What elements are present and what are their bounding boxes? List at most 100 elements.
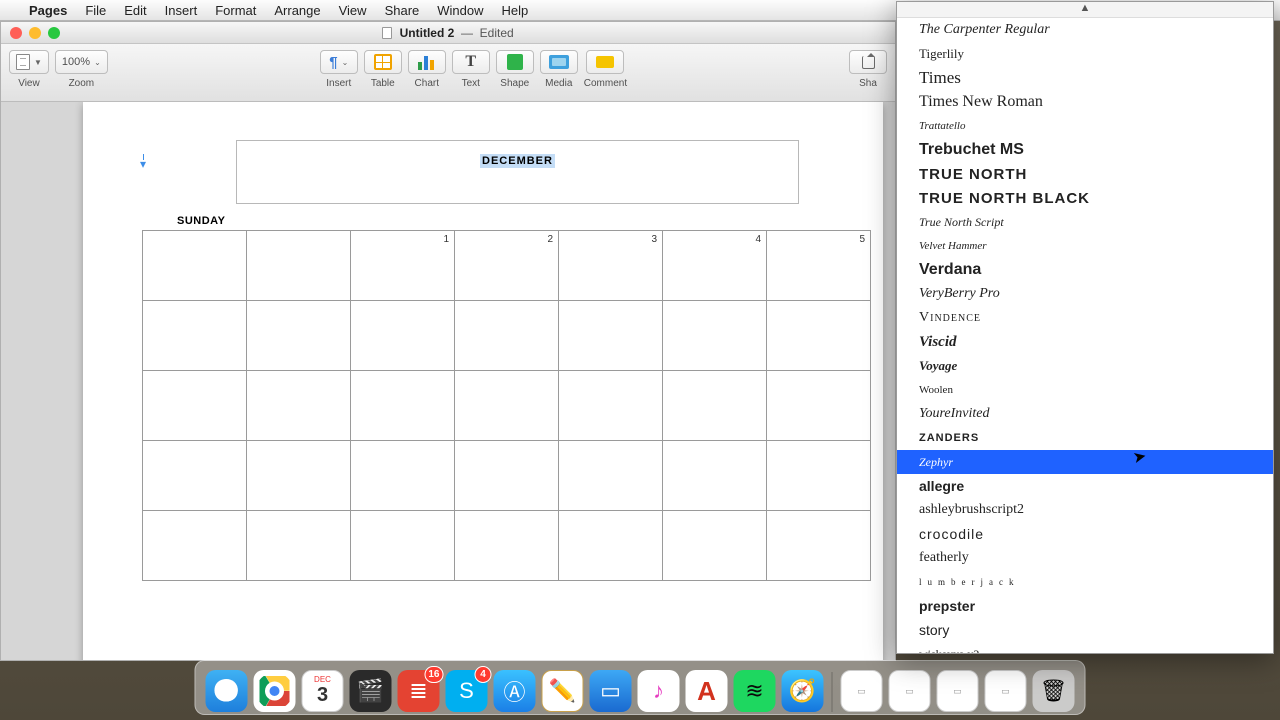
dock-itunes[interactable]: ♪: [638, 670, 680, 712]
calendar-cell[interactable]: [767, 371, 871, 441]
font-option[interactable]: Trattatello: [897, 114, 1273, 138]
font-option[interactable]: story: [897, 618, 1273, 642]
table-button[interactable]: [364, 50, 402, 74]
font-option[interactable]: Velvet Hammer: [897, 234, 1273, 258]
calendar-cell[interactable]: 5: [767, 231, 871, 301]
shape-button[interactable]: [496, 50, 534, 74]
font-option[interactable]: Vindence: [897, 306, 1273, 330]
calendar-cell[interactable]: [143, 371, 247, 441]
calendar-cell[interactable]: [143, 231, 247, 301]
dock-window-3[interactable]: ▭: [937, 670, 979, 712]
dock-trash[interactable]: 🗑: [1033, 670, 1075, 712]
calendar-cell[interactable]: [663, 371, 767, 441]
font-option[interactable]: Verdana: [897, 258, 1273, 282]
calendar-cell[interactable]: [247, 371, 351, 441]
dock-window-2[interactable]: ▭: [889, 670, 931, 712]
dock-finder[interactable]: [206, 670, 248, 712]
font-option[interactable]: Tigerlily: [897, 42, 1273, 66]
calendar-cell[interactable]: 4: [663, 231, 767, 301]
font-option[interactable]: lumberjack: [897, 570, 1273, 594]
dock-chrome[interactable]: [254, 670, 296, 712]
calendar-cell[interactable]: [143, 511, 247, 581]
calendar-cell[interactable]: 3: [559, 231, 663, 301]
dock-keynote[interactable]: ▭: [590, 670, 632, 712]
font-option[interactable]: allegre: [897, 474, 1273, 498]
calendar-cell[interactable]: [143, 441, 247, 511]
dock-todoist[interactable]: ≣ 16: [398, 670, 440, 712]
calendar-cell[interactable]: [767, 441, 871, 511]
menu-format[interactable]: Format: [206, 3, 265, 18]
font-option[interactable]: crocodile: [897, 522, 1273, 546]
calendar-cell[interactable]: [455, 371, 559, 441]
dock-appstore[interactable]: Ⓐ: [494, 670, 536, 712]
comment-button[interactable]: [586, 50, 624, 74]
dock-imovie[interactable]: 🎬: [350, 670, 392, 712]
font-option[interactable]: prepster: [897, 594, 1273, 618]
font-option[interactable]: TRUE NORTH: [897, 162, 1273, 186]
media-button[interactable]: [540, 50, 578, 74]
scroll-up-arrow[interactable]: ▲: [897, 2, 1273, 18]
dock-spotify[interactable]: ≋: [734, 670, 776, 712]
menu-help[interactable]: Help: [493, 3, 538, 18]
calendar-cell[interactable]: [663, 441, 767, 511]
font-option[interactable]: VeryBerry Pro: [897, 282, 1273, 306]
font-option[interactable]: Woolen: [897, 378, 1273, 402]
calendar-cell[interactable]: [247, 441, 351, 511]
font-option[interactable]: Zephyr: [897, 450, 1273, 474]
menu-window[interactable]: Window: [428, 3, 492, 18]
document-canvas[interactable]: DECEMBER SUNDAY 12345: [1, 102, 895, 660]
menu-arrange[interactable]: Arrange: [265, 3, 329, 18]
calendar-cell[interactable]: [351, 301, 455, 371]
font-option[interactable]: TRUE NORTH BLACK: [897, 186, 1273, 210]
month-title[interactable]: DECEMBER: [480, 154, 555, 168]
insert-button[interactable]: ¶ ⌄: [320, 50, 358, 74]
text-button[interactable]: T: [452, 50, 490, 74]
title-bar[interactable]: Untitled 2 — Edited: [1, 22, 895, 44]
font-option[interactable]: featherly: [897, 546, 1273, 570]
font-option[interactable]: The Carpenter Regular: [897, 18, 1273, 42]
dock-acrobat[interactable]: A: [686, 670, 728, 712]
calendar-cell[interactable]: [559, 301, 663, 371]
calendar-cell[interactable]: [559, 371, 663, 441]
dock-safari[interactable]: 🧭: [782, 670, 824, 712]
calendar-cell[interactable]: 2: [455, 231, 559, 301]
dock-calendar[interactable]: DEC3: [302, 670, 344, 712]
font-option[interactable]: Viscid: [897, 330, 1273, 354]
dock-textedit[interactable]: ✏️: [542, 670, 584, 712]
font-option[interactable]: Voyage: [897, 354, 1273, 378]
calendar-cell[interactable]: [143, 301, 247, 371]
calendar-table[interactable]: 12345: [142, 230, 871, 581]
menu-share[interactable]: Share: [376, 3, 429, 18]
font-option[interactable]: ashleybrushscript2: [897, 498, 1273, 522]
font-option[interactable]: Trebuchet MS: [897, 138, 1273, 162]
font-picker-list[interactable]: ▲ The Carpenter RegularTigerlilyTimesTim…: [896, 1, 1274, 654]
dock[interactable]: DEC3 🎬 ≣ 16 S 4 Ⓐ ✏️ ▭ ♪ A ≋ 🧭 ▭ ▭ ▭ ▭ 🗑: [195, 660, 1086, 715]
calendar-cell[interactable]: [247, 511, 351, 581]
calendar-cell[interactable]: [559, 441, 663, 511]
dock-window-1[interactable]: ▭: [841, 670, 883, 712]
calendar-cell[interactable]: [663, 511, 767, 581]
font-option[interactable]: wiskeyya v2: [897, 642, 1273, 654]
app-name[interactable]: Pages: [20, 3, 76, 18]
calendar-cell[interactable]: [351, 371, 455, 441]
font-option[interactable]: YoureInvited: [897, 402, 1273, 426]
menu-edit[interactable]: Edit: [115, 3, 155, 18]
calendar-cell[interactable]: [767, 511, 871, 581]
font-option[interactable]: ZANDERS: [897, 426, 1273, 450]
calendar-cell[interactable]: [455, 441, 559, 511]
calendar-cell[interactable]: [351, 511, 455, 581]
chart-button[interactable]: [408, 50, 446, 74]
zoom-select[interactable]: 100% ⌄: [55, 50, 108, 74]
calendar-cell[interactable]: 1: [351, 231, 455, 301]
calendar-cell[interactable]: [247, 301, 351, 371]
calendar-cell[interactable]: [455, 511, 559, 581]
font-option[interactable]: Times: [897, 66, 1273, 90]
view-button[interactable]: ▼: [9, 50, 49, 74]
dock-skype[interactable]: S 4: [446, 670, 488, 712]
font-option[interactable]: Times New Roman: [897, 90, 1273, 114]
calendar-cell[interactable]: [663, 301, 767, 371]
calendar-cell[interactable]: [247, 231, 351, 301]
calendar-cell[interactable]: [455, 301, 559, 371]
month-title-box[interactable]: DECEMBER: [236, 140, 799, 204]
font-option[interactable]: True North Script: [897, 210, 1273, 234]
